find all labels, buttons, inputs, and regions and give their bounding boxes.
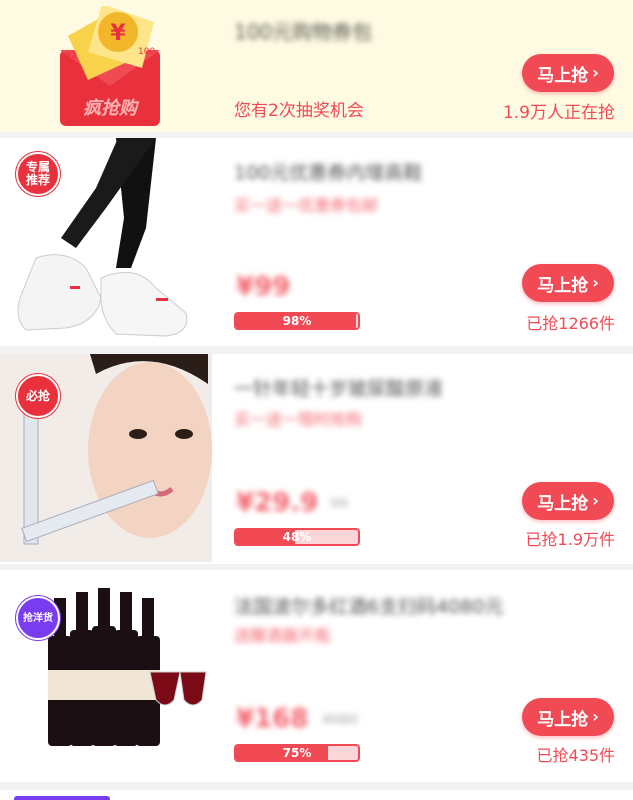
grab-button[interactable]: 马上抢 ›: [522, 482, 614, 520]
product-price: ¥99: [236, 272, 291, 302]
chevron-right-icon: ›: [592, 490, 599, 510]
product-price: ¥168: [236, 704, 309, 734]
divider: [0, 346, 633, 354]
badge-line: 抢洋货: [23, 612, 53, 624]
next-item-peek: [0, 790, 633, 800]
svg-text:¥: ¥: [110, 21, 126, 46]
grab-button-label: 马上抢: [537, 709, 589, 730]
grab-button[interactable]: 马上抢 ›: [522, 264, 614, 302]
product-title: 100元优惠券内增高鞋: [234, 162, 423, 184]
product-subtitle: 买一送一优惠券包邮: [234, 196, 379, 215]
product-title: 一针年轻十岁玻尿酸原液: [234, 378, 444, 400]
sold-count: 已抢1266件: [526, 314, 615, 333]
must-grab-badge: 必抢: [16, 374, 60, 418]
sold-progress-bar: 75%: [234, 744, 360, 762]
next-item-tag: [14, 796, 110, 800]
product-card[interactable]: 专属 推荐 100元优惠券内增高鞋 买一送一优惠券包邮 ¥99 98% 马上抢 ›…: [0, 138, 633, 346]
product-subtitle: 送醒酒器开瓶器: [234, 626, 332, 645]
product-card[interactable]: 抢洋货 法国波尔多红酒6支扫码4080元 送醒酒器开瓶器 ¥168 4080 7…: [0, 570, 633, 782]
lottery-chance-text: 您有2次抽奖机会: [234, 101, 364, 121]
grab-button-label: 马上抢: [537, 493, 589, 514]
chevron-right-icon: ›: [592, 62, 599, 82]
lottery-grab-button[interactable]: 马上抢 ›: [522, 54, 614, 92]
chevron-right-icon: ›: [592, 706, 599, 726]
flash-sale-page: ¥ 100 Y2 疯抢购 100元购物券包 您有2次抽奖机会 马上抢 › 1.9万…: [0, 0, 633, 800]
progress-percent: 98%: [282, 314, 312, 328]
grab-button-label: 马上抢: [537, 275, 589, 296]
product-subtitle: 买一送一限时抢购: [234, 410, 363, 429]
sold-progress-bar: 98%: [234, 312, 360, 330]
product-card[interactable]: 必抢 一针年轻十岁玻尿酸原液 买一送一限时抢购 ¥29.9 99 48% 马上抢…: [0, 354, 633, 564]
grab-button[interactable]: 马上抢 ›: [522, 698, 614, 736]
sold-count: 已抢1.9万件: [525, 530, 615, 549]
product-original-price: 99: [330, 496, 348, 512]
badge-line: 必抢: [25, 388, 50, 403]
product-original-price: 4080: [322, 712, 358, 728]
svg-text:疯抢购: 疯抢购: [83, 98, 140, 119]
divider: [0, 782, 633, 790]
sold-count: 已抢435件: [536, 746, 615, 765]
grab-button-label: 马上抢: [537, 65, 589, 86]
lottery-title: 100元购物券包: [234, 20, 373, 44]
chevron-right-icon: ›: [592, 272, 599, 292]
import-deal-badge: 抢洋货: [16, 596, 60, 640]
svg-text:Y2: Y2: [65, 51, 77, 61]
exclusive-badge: 专属 推荐: [16, 152, 60, 196]
svg-text:100: 100: [138, 47, 155, 57]
sold-progress-bar: 48%: [234, 528, 360, 546]
badge-line: 推荐: [25, 173, 50, 187]
red-envelope-icon: ¥ 100 Y2 疯抢购: [58, 4, 162, 126]
lottery-banner[interactable]: ¥ 100 Y2 疯抢购 100元购物券包 您有2次抽奖机会 马上抢 › 1.9万…: [0, 0, 633, 132]
product-title: 法国波尔多红酒6支扫码4080元: [234, 596, 504, 618]
progress-percent: 75%: [282, 746, 312, 760]
lottery-viewers: 1.9万人正在抢: [502, 103, 615, 123]
progress-percent: 48%: [282, 530, 312, 544]
